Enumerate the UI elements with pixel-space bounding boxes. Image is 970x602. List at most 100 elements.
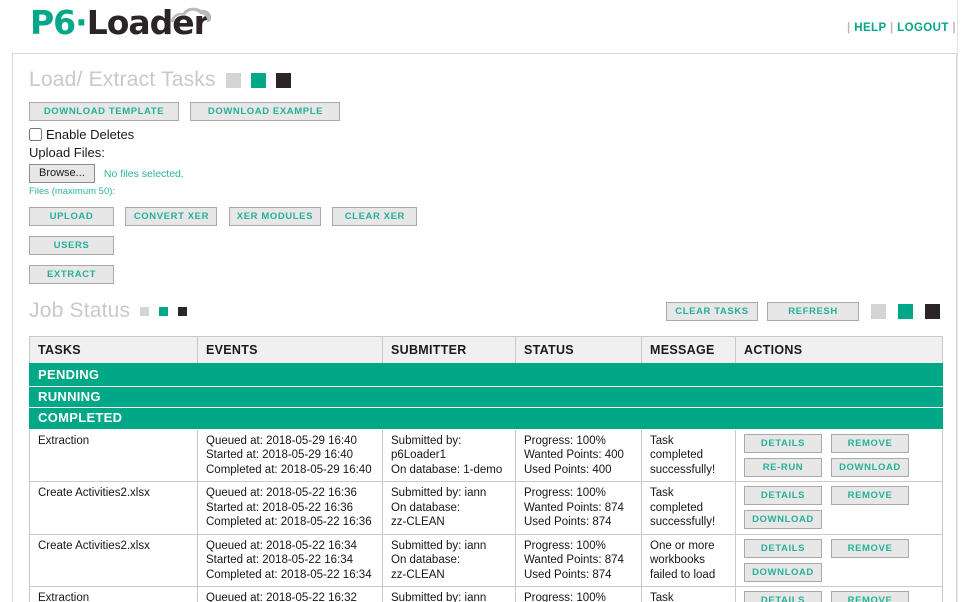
- cell-events: Queued at: 2018-05-22 16:32Started at: 2…: [197, 586, 383, 602]
- cell-submitter: Submitted by: iann On database: zz-CLEAN: [382, 481, 516, 535]
- column-header-status: STATUS: [515, 336, 642, 365]
- submitter-line: zz-CLEAN: [391, 568, 445, 581]
- events-line: Queued at: 2018-05-22 16:32: [206, 592, 357, 602]
- extract-button[interactable]: EXTRACT: [29, 265, 114, 284]
- users-button[interactable]: USERS: [29, 236, 114, 255]
- column-header-tasks: TASKS: [29, 336, 198, 365]
- re-run-button[interactable]: RE-RUN: [744, 457, 822, 477]
- column-header-submitter: SUBMITTER: [382, 336, 516, 365]
- submitter-line: p6Loader1: [391, 449, 446, 461]
- enable-deletes-checkbox[interactable]: [29, 128, 42, 141]
- events-line: Completed at: 2018-05-29 16:40: [206, 463, 372, 476]
- xer-modules-button[interactable]: XER MODULES: [228, 207, 321, 226]
- page-header: P6·Loader | HELP | LOGOUT |: [0, 0, 970, 53]
- job-status-title-text: Job Status: [29, 299, 131, 322]
- message-line: failed to load: [650, 568, 716, 581]
- job-status-swatch-black: [178, 306, 188, 316]
- action-button-group: DETAILS REMOVE RE-RUN DOWNLOAD: [744, 433, 934, 477]
- status-line: Wanted Points: 874: [524, 501, 624, 514]
- logout-link[interactable]: LOGOUT: [897, 22, 949, 34]
- submitter-line: Submitted by: iann: [391, 539, 487, 552]
- status-swatch-gray: [225, 72, 241, 88]
- app-logo: P6·Loader: [30, 3, 212, 42]
- clear-xer-button[interactable]: CLEAR XER: [332, 207, 418, 226]
- cell-submitter: Submitted by: iann On database: zz-CLEAN: [382, 533, 516, 587]
- action-buttons-row-2: USERS: [29, 235, 940, 255]
- browse-button[interactable]: Browse...: [29, 164, 95, 183]
- download-template-button[interactable]: DOWNLOAD TEMPLATE: [29, 102, 179, 121]
- group-label-completed: COMPLETED: [29, 407, 943, 430]
- legend-swatch-black: [925, 303, 940, 319]
- details-button[interactable]: DETAILS: [744, 591, 822, 602]
- no-files-selected-text: No files selected.: [103, 167, 184, 180]
- help-link[interactable]: HELP: [854, 22, 886, 34]
- action-button-group: DETAILSREMOVERE-RUNDOWNLOAD: [744, 591, 934, 602]
- job-status-section-title: Job Status: [29, 299, 188, 323]
- cell-task: Extraction: [29, 586, 198, 602]
- table-row: Create Activities2.xlsx Queued at: 2018-0…: [29, 481, 943, 535]
- message-line: workbooks: [650, 554, 705, 566]
- remove-button[interactable]: REMOVE: [831, 433, 909, 453]
- remove-button[interactable]: REMOVE: [831, 486, 909, 505]
- enable-deletes-row[interactable]: Enable Deletes: [29, 127, 940, 142]
- cell-events: Queued at: 2018-05-22 16:34 Started at: 2…: [197, 533, 383, 587]
- details-button[interactable]: DETAILS: [744, 538, 822, 558]
- upload-button[interactable]: UPLOAD: [29, 207, 114, 226]
- action-buttons-row-1: UPLOAD CONVERT XER XER MODULES CLEAR XER: [29, 206, 940, 226]
- column-header-events: EVENTS: [197, 336, 383, 365]
- details-button[interactable]: DETAILS: [744, 486, 822, 505]
- upload-files-label: Upload Files:: [29, 145, 105, 160]
- submitter-line: Submitted by: iann: [391, 487, 487, 499]
- status-line: Progress: 100%: [524, 487, 606, 499]
- cell-events: Queued at: 2018-05-22 16:36 Started at: 2…: [197, 481, 383, 535]
- page-scrollbar[interactable]: [957, 0, 970, 602]
- separator-right: |: [952, 22, 956, 34]
- events-line: Completed at: 2018-05-22 16:36: [206, 516, 372, 528]
- download-button[interactable]: DOWNLOAD: [744, 510, 822, 529]
- status-swatch-black: [275, 72, 291, 88]
- column-header-actions: ACTIONS: [735, 336, 943, 365]
- message-line: Task: [650, 592, 674, 602]
- cell-actions: DETAILS REMOVE RE-RUN DOWNLOAD: [735, 428, 943, 482]
- convert-xer-button[interactable]: CONVERT XER: [125, 207, 218, 226]
- submitter-line: Submitted by:: [391, 434, 462, 447]
- cell-status: Progress: 100% Wanted Points: 874 Used Poi…: [515, 533, 642, 587]
- status-line: Used Points: 400: [524, 463, 612, 476]
- cell-message: One or more workbooks failed to load: [641, 533, 736, 587]
- logo-loader-text: Loader: [86, 3, 210, 42]
- events-line: Queued at: 2018-05-22 16:36: [206, 487, 357, 499]
- download-button[interactable]: DOWNLOAD: [744, 562, 822, 582]
- submitter-line: On database:: [391, 501, 461, 514]
- job-status-swatch-teal: [159, 306, 169, 316]
- jobs-table: TASKS EVENTS SUBMITTER STATUS MESSAGE AC…: [29, 336, 943, 602]
- events-line: Queued at: 2018-05-22 16:34: [206, 539, 357, 552]
- file-picker-row: Browse... No files selected.: [29, 164, 940, 183]
- refresh-button[interactable]: REFRESH: [767, 301, 859, 321]
- remove-button[interactable]: REMOVE: [831, 538, 909, 558]
- status-line: Used Points: 874: [524, 568, 612, 581]
- clear-tasks-button[interactable]: CLEAR TASKS: [666, 301, 758, 321]
- download-button[interactable]: DOWNLOAD: [831, 457, 909, 477]
- cell-task: Create Activities2.xlsx: [29, 533, 198, 587]
- events-line: Completed at: 2018-05-22 16:34: [206, 568, 372, 581]
- app-page: P6·Loader | HELP | LOGOUT | Load/ Extrac…: [0, 0, 970, 602]
- enable-deletes-label: Enable Deletes: [46, 127, 135, 142]
- separator-left: |: [847, 22, 851, 34]
- separator-mid: |: [889, 22, 894, 34]
- group-row-running: RUNNING: [29, 385, 943, 408]
- message-line: Task: [650, 487, 674, 499]
- logo-p6-text: P6: [30, 3, 76, 42]
- cell-message: Task completed successfully!: [641, 481, 736, 535]
- jobs-table-body: PENDING RUNNING COMPLETED Extraction Queu…: [29, 363, 943, 602]
- download-buttons-row: DOWNLOAD TEMPLATE DOWNLOAD EXAMPLE: [29, 101, 940, 121]
- download-example-button[interactable]: DOWNLOAD EXAMPLE: [190, 102, 341, 121]
- table-row: Extraction Queued at: 2018-05-29 16:40 Sta…: [29, 428, 943, 482]
- action-buttons-row-3: EXTRACT: [29, 264, 940, 284]
- cell-task: Create Activities2.xlsx: [29, 481, 198, 535]
- cell-events: Queued at: 2018-05-29 16:40 Started at: 2…: [197, 428, 383, 482]
- details-button[interactable]: DETAILS: [744, 433, 822, 453]
- remove-button[interactable]: REMOVE: [831, 591, 909, 602]
- cell-task: Extraction: [29, 428, 198, 482]
- job-status-controls: CLEAR TASKS REFRESH: [666, 301, 940, 321]
- logo-dot: ·: [75, 3, 88, 42]
